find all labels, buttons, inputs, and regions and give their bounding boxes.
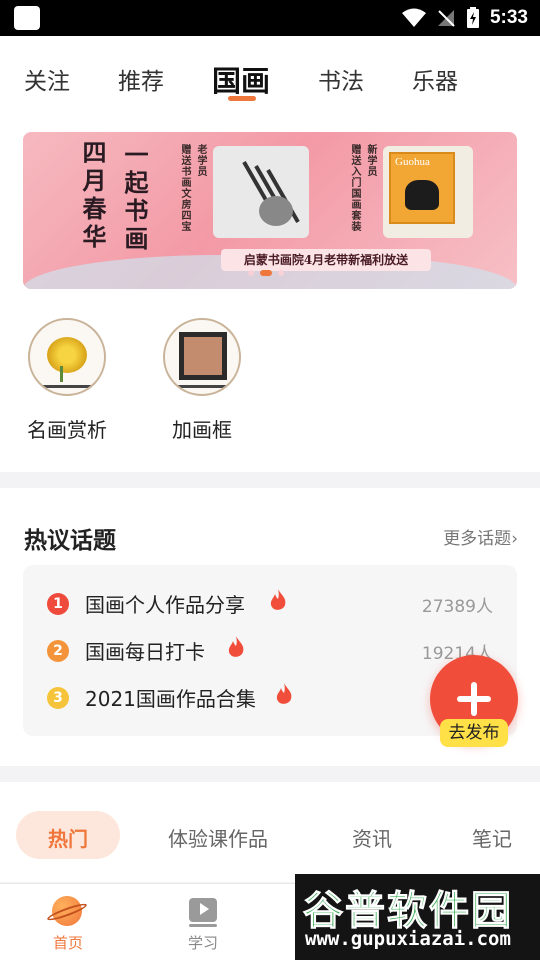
chevron-right-icon: › [511, 529, 518, 549]
fire-icon [276, 683, 292, 704]
tab-calligraphy[interactable]: 书法 [318, 62, 364, 96]
fire-icon [270, 589, 286, 610]
active-tab-indicator [228, 96, 256, 101]
topic-row[interactable]: 1 国画个人作品分享 27389人 [23, 585, 517, 625]
entry-famous-painting[interactable]: 名画赏析 [22, 318, 112, 443]
picture-frame-icon [163, 318, 241, 396]
category-tab-notes[interactable]: 笔记 [472, 823, 512, 852]
banner-gift-2: 赠送入门国画套装 [349, 144, 360, 232]
nav-label: 学习 [187, 934, 218, 952]
battery-charging-icon [466, 7, 479, 28]
tab-recommend[interactable]: 推荐 [118, 62, 164, 96]
status-icons: 5:33 [401, 0, 528, 36]
banner-headline-1: 一起书画 [120, 142, 149, 254]
topic-name: 国画每日打卡 [85, 640, 205, 664]
topic-name: 2021国画作品合集 [85, 687, 256, 711]
topic-participants: 27389人 [421, 597, 493, 617]
entry-add-frame[interactable]: 加画框 [157, 318, 247, 443]
rank-badge: 3 [47, 687, 69, 709]
more-topics-link[interactable]: 更多话题› [443, 524, 518, 549]
category-tab-trial-works[interactable]: 体验课作品 [168, 823, 268, 852]
wifi-icon [401, 8, 426, 27]
no-signal-icon [437, 10, 455, 27]
painting-kit-photo: Guohua [383, 146, 473, 238]
nav-label: 首页 [52, 934, 83, 952]
tab-chinese-painting[interactable]: 国画 [212, 58, 270, 100]
publish-label[interactable]: 去发布 [440, 719, 508, 747]
banner-pagination [248, 270, 284, 276]
banner-gift-1: 赠送书画文房四宝 [179, 144, 190, 232]
status-bar: 5:33 [0, 0, 540, 36]
nav-study[interactable]: 学习 [163, 884, 243, 960]
pagination-dot-active [260, 270, 272, 276]
category-tab-news[interactable]: 资讯 [352, 823, 392, 852]
site-watermark: 谷普软件园 www.gupuxiazai.com [295, 874, 540, 960]
tab-follow[interactable]: 关注 [24, 62, 70, 96]
pagination-dot [248, 270, 254, 276]
notification-icon [14, 6, 40, 30]
tab-instruments[interactable]: 乐器 [412, 62, 458, 96]
entry-label: 加画框 [172, 418, 232, 442]
banner-gift-1-sub: 老学员 [195, 144, 206, 177]
top-tab-bar: 关注 推荐 国画 书法 乐器 [0, 36, 540, 116]
hot-topics-title: 热议话题 [24, 528, 116, 554]
promo-banner[interactable]: 一起书画 四月春华 老学员 赠送书画文房四宝 新学员 赠送入门国画套装 Guoh… [23, 132, 517, 289]
clock: 5:33 [489, 7, 528, 28]
rank-badge: 2 [47, 640, 69, 662]
entry-label: 名画赏析 [27, 418, 107, 442]
chrysanthemum-painting-icon [28, 318, 106, 396]
category-tab-hot[interactable]: 热门 [48, 823, 88, 852]
more-topics-label: 更多话题 [443, 529, 512, 549]
banner-gift-2-sub: 新学员 [365, 144, 376, 177]
fire-icon [228, 636, 244, 657]
brush-set-photo [213, 146, 309, 238]
watermark-url: www.gupuxiazai.com [305, 928, 511, 950]
nav-home[interactable]: 首页 [28, 884, 108, 960]
pagination-dot [278, 270, 284, 276]
rank-badge: 1 [47, 593, 69, 615]
banner-caption: 启蒙书画院4月老带新福利放送 [221, 249, 431, 271]
banner-headline-2: 四月春华 [78, 140, 107, 252]
kit-brand: Guohua [395, 156, 430, 168]
topic-name: 国画个人作品分享 [85, 593, 245, 617]
